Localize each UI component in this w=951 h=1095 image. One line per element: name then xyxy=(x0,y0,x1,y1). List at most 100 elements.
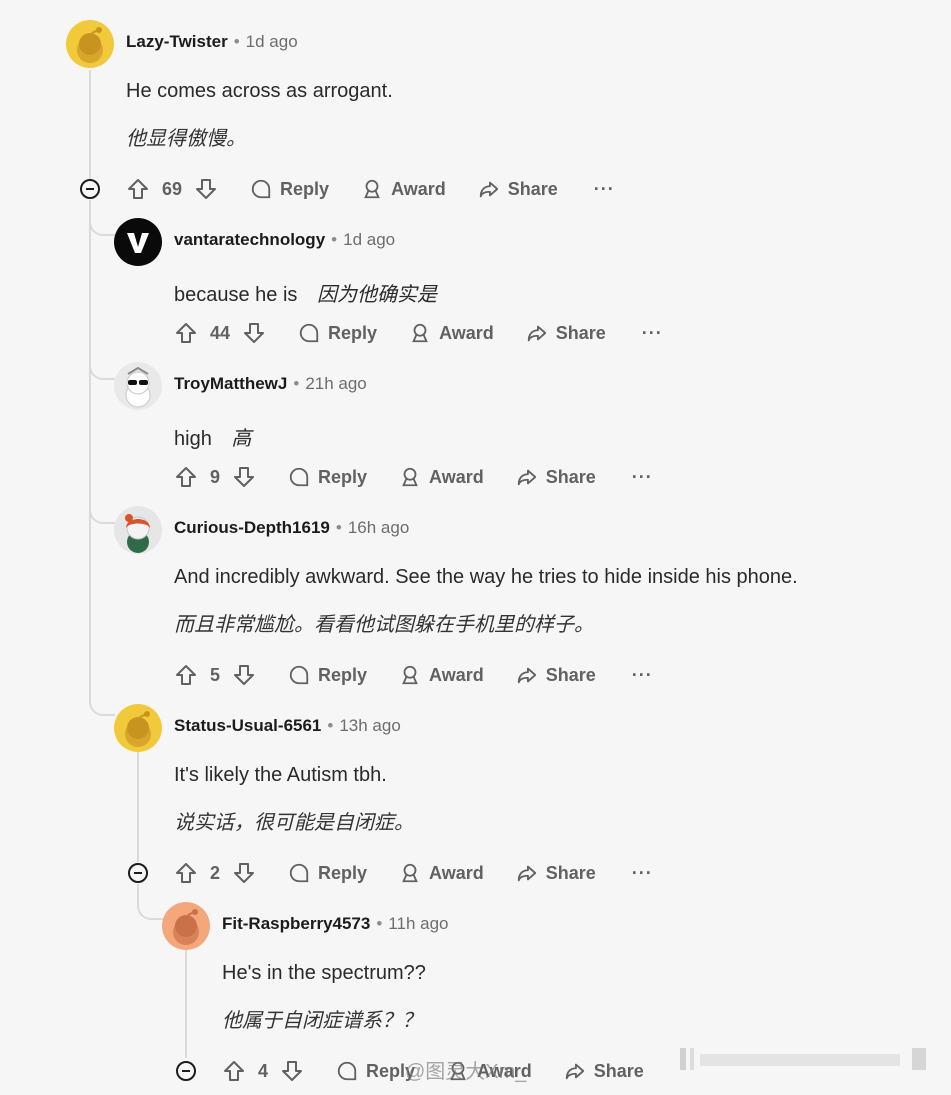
share-icon xyxy=(517,667,536,684)
downvote-icon[interactable] xyxy=(232,465,256,489)
share-button[interactable]: Share xyxy=(516,466,596,488)
upvote-icon[interactable] xyxy=(174,321,198,345)
award-button[interactable]: Award xyxy=(399,466,484,488)
reply-icon xyxy=(299,323,319,343)
comment-actions: 9 Reply Award Share ··· xyxy=(174,460,653,494)
comment-actions: 5 Reply Award Share ··· xyxy=(174,658,653,692)
comment-text: He's in the spectrum?? xyxy=(222,962,426,984)
timestamp[interactable]: 16h ago xyxy=(348,518,409,537)
comment-meta: TroyMatthewJ • 21h ago xyxy=(174,374,367,394)
timestamp[interactable]: 11h ago xyxy=(388,914,448,933)
downvote-icon[interactable] xyxy=(280,1059,304,1083)
comment-actions: 69 Reply Award Share ··· xyxy=(126,172,615,206)
comment-actions: 2 Reply Award Share ··· xyxy=(174,856,653,890)
watermark: @图灵大Xm_ xyxy=(405,1061,527,1083)
downvote-icon[interactable] xyxy=(232,663,256,687)
more-options-button[interactable]: ··· xyxy=(594,179,615,200)
thread-line-root xyxy=(89,70,91,180)
upvote-icon[interactable] xyxy=(174,861,198,885)
separator: • xyxy=(327,716,334,735)
comment-meta: Lazy-Twister • 1d ago xyxy=(126,32,298,52)
avatar[interactable] xyxy=(114,362,162,410)
more-options-button[interactable]: ··· xyxy=(632,863,653,884)
comment-translation: 高 xyxy=(231,426,252,450)
more-options-button[interactable]: ··· xyxy=(642,323,663,344)
share-button[interactable]: Share xyxy=(564,1060,644,1082)
avatar[interactable] xyxy=(114,506,162,554)
award-icon xyxy=(402,863,418,883)
username[interactable]: Fit-Raspberry4573 xyxy=(222,914,370,933)
separator: • xyxy=(293,374,300,393)
comment-english: because he is xyxy=(174,284,298,306)
username[interactable]: Lazy-Twister xyxy=(126,32,228,51)
separator: • xyxy=(233,32,240,51)
comment-text: high 高 xyxy=(174,422,251,451)
more-options-button[interactable]: ··· xyxy=(632,665,653,686)
share-icon xyxy=(527,325,546,342)
separator: • xyxy=(376,914,383,933)
comment-text: He comes across as arrogant. xyxy=(126,80,393,102)
reply-button[interactable]: Reply xyxy=(288,664,367,686)
upvote-icon[interactable] xyxy=(174,663,198,687)
share-icon xyxy=(517,865,536,882)
comment-text: It's likely the Autism tbh. xyxy=(174,764,387,786)
award-icon xyxy=(402,467,418,487)
comment-translation: 他属于自闭症谱系？？ xyxy=(222,1008,422,1032)
upvote-icon[interactable] xyxy=(174,465,198,489)
share-button[interactable]: Share xyxy=(478,178,558,200)
avatar[interactable] xyxy=(114,704,162,752)
comment-text: because he is 因为他确实是 xyxy=(174,278,437,307)
timestamp[interactable]: 21h ago xyxy=(305,374,366,393)
award-button[interactable]: Award xyxy=(409,322,494,344)
timestamp[interactable]: 1d ago xyxy=(246,32,298,51)
snoo-icon xyxy=(77,27,103,63)
award-button[interactable]: Award xyxy=(361,178,446,200)
downvote-icon[interactable] xyxy=(194,177,218,201)
comment-actions: 44 Reply Award Share ··· xyxy=(174,316,663,350)
thread-connector xyxy=(89,500,115,524)
share-button[interactable]: Share xyxy=(516,664,596,686)
username[interactable]: Curious-Depth1619 xyxy=(174,518,330,537)
collapse-button[interactable] xyxy=(176,1061,196,1081)
share-icon xyxy=(479,181,498,198)
timestamp[interactable]: 1d ago xyxy=(343,230,395,249)
timestamp[interactable]: 13h ago xyxy=(339,716,400,735)
award-icon xyxy=(402,665,418,685)
comment-english: high xyxy=(174,428,212,450)
downvote-icon[interactable] xyxy=(232,861,256,885)
share-button[interactable]: Share xyxy=(526,322,606,344)
avatar[interactable] xyxy=(66,20,114,68)
share-button[interactable]: Share xyxy=(516,862,596,884)
award-icon xyxy=(364,179,380,199)
more-options-button[interactable]: ··· xyxy=(632,467,653,488)
reply-button[interactable]: Reply xyxy=(336,1060,415,1082)
reply-button[interactable]: Reply xyxy=(288,466,367,488)
reply-button[interactable]: Reply xyxy=(288,862,367,884)
reply-button[interactable]: Reply xyxy=(298,322,377,344)
award-button[interactable]: Award xyxy=(399,862,484,884)
avatar[interactable] xyxy=(162,902,210,950)
username[interactable]: vantaratechnology xyxy=(174,230,325,249)
thread-connector xyxy=(89,356,115,380)
v-logo-icon xyxy=(127,233,149,253)
separator: • xyxy=(331,230,338,249)
reply-icon xyxy=(289,467,309,487)
award-button[interactable]: Award xyxy=(399,664,484,686)
watermark-bars xyxy=(680,1048,926,1070)
collapse-button[interactable] xyxy=(80,179,100,199)
thread-connector xyxy=(89,692,115,716)
reply-icon xyxy=(289,665,309,685)
username[interactable]: TroyMatthewJ xyxy=(174,374,287,393)
reply-icon xyxy=(289,863,309,883)
snoo-redhair-icon xyxy=(125,514,150,553)
avatar[interactable] xyxy=(114,218,162,266)
username[interactable]: Status-Usual-6561 xyxy=(174,716,321,735)
comment-translation: 而且非常尴尬。看看他试图躲在手机里的样子。 xyxy=(174,612,594,636)
upvote-icon[interactable] xyxy=(126,177,150,201)
snoo-icon xyxy=(125,711,151,747)
upvote-icon[interactable] xyxy=(222,1059,246,1083)
thread-line-level1 xyxy=(89,200,91,700)
collapse-button[interactable] xyxy=(128,863,148,883)
reply-button[interactable]: Reply xyxy=(250,178,329,200)
downvote-icon[interactable] xyxy=(242,321,266,345)
